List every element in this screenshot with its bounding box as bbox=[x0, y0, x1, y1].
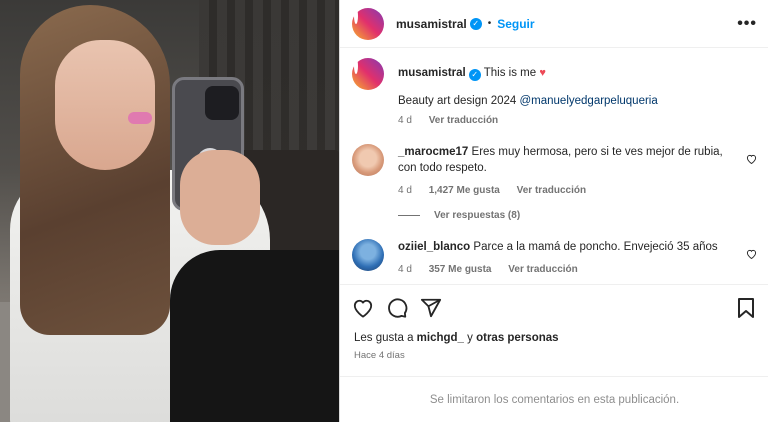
comment-time[interactable]: 4 d bbox=[398, 185, 412, 196]
view-replies[interactable]: Ver respuestas (8) bbox=[398, 210, 757, 221]
commenter-avatar[interactable] bbox=[352, 239, 384, 271]
comments-section[interactable]: musamistral ✓ This is me ♥ Beauty art des… bbox=[340, 48, 768, 284]
likes-prefix: Les gusta a bbox=[354, 332, 417, 344]
caption-text: This is me bbox=[483, 67, 537, 79]
post-timestamp[interactable]: Hace 4 días bbox=[354, 350, 405, 361]
verified-badge-icon: ✓ bbox=[469, 17, 482, 30]
liked-by-others[interactable]: otras personas bbox=[476, 332, 558, 344]
face bbox=[55, 40, 155, 170]
comment-like-heart-icon[interactable] bbox=[746, 154, 757, 167]
post-header: musamistral ✓ • Seguir ••• bbox=[340, 0, 768, 48]
heart-emoji-icon: ♥ bbox=[539, 67, 546, 79]
post-actions-bar bbox=[340, 284, 768, 330]
like-heart-icon[interactable] bbox=[352, 297, 374, 319]
more-options-icon[interactable]: ••• bbox=[737, 15, 757, 33]
comment-translate-link[interactable]: Ver traducción bbox=[517, 185, 586, 196]
caption-line2: Beauty art design 2024 bbox=[398, 95, 520, 107]
liked-by-user[interactable]: michgd_ bbox=[417, 332, 464, 344]
post-view: musamistral ✓ • Seguir ••• musamistral ✓ … bbox=[0, 0, 768, 422]
post-photo[interactable] bbox=[0, 0, 339, 422]
verified-badge-icon: ✓ bbox=[468, 69, 481, 81]
commenter-avatar[interactable] bbox=[352, 144, 384, 176]
comment-text: Parce a la mamá de poncho. Envejeció 35 … bbox=[473, 241, 718, 253]
caption-avatar[interactable] bbox=[352, 58, 384, 90]
comments-limited-notice: Se limitaron los comentarios en esta pub… bbox=[340, 376, 768, 422]
likes-mid: y bbox=[463, 332, 477, 344]
bookmark-icon[interactable] bbox=[735, 297, 757, 319]
phone-camera bbox=[205, 86, 239, 120]
comment-like-heart-icon[interactable] bbox=[746, 249, 757, 262]
author-username[interactable]: musamistral bbox=[396, 17, 467, 31]
comment-item: _marocme17 Eres muy hermosa, pero si te … bbox=[352, 144, 757, 196]
replies-line bbox=[398, 215, 420, 216]
mention-link[interactable]: @manuelyedgarpeluqueria bbox=[519, 95, 657, 107]
post-side-panel: musamistral ✓ • Seguir ••• musamistral ✓ … bbox=[339, 0, 768, 422]
author-avatar[interactable] bbox=[352, 7, 384, 40]
comment-likes[interactable]: 357 Me gusta bbox=[429, 264, 492, 275]
caption: musamistral ✓ This is me ♥ Beauty art des… bbox=[352, 58, 757, 126]
comment-translate-link[interactable]: Ver traducción bbox=[508, 264, 577, 275]
commenter-username[interactable]: _marocme17 bbox=[398, 146, 468, 158]
comment-likes[interactable]: 1,427 Me gusta bbox=[429, 185, 500, 196]
black-pants bbox=[170, 250, 339, 422]
commenter-username[interactable]: oziiel_blanco bbox=[398, 241, 470, 253]
separator-dot: • bbox=[487, 18, 492, 29]
hand bbox=[180, 150, 260, 245]
caption-translate-link[interactable]: Ver traducción bbox=[429, 115, 498, 126]
share-icon[interactable] bbox=[420, 297, 442, 319]
likes-summary: Les gusta a michgd_ y otras personas bbox=[354, 332, 559, 344]
comment-time[interactable]: 4 d bbox=[398, 264, 412, 275]
comment-icon[interactable] bbox=[386, 297, 408, 319]
lips bbox=[128, 112, 152, 124]
view-replies-label[interactable]: Ver respuestas (8) bbox=[434, 210, 520, 221]
caption-username[interactable]: musamistral bbox=[398, 67, 466, 79]
caption-time[interactable]: 4 d bbox=[398, 115, 412, 126]
follow-button[interactable]: Seguir bbox=[497, 17, 534, 31]
comment-item: oziiel_blanco Parce a la mamá de poncho.… bbox=[352, 239, 757, 275]
